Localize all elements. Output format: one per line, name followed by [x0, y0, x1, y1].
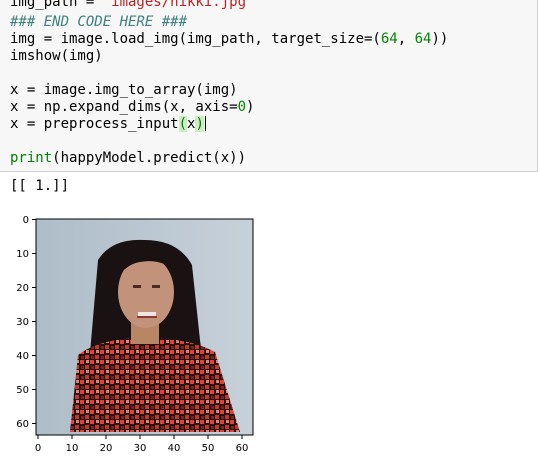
y-tick-label: 0: [23, 215, 29, 226]
x-tick-label: 60: [236, 443, 249, 454]
x-tick-label: 10: [66, 443, 79, 454]
y-axis: 0 10 20 30 40 50 60: [16, 215, 36, 430]
imshow-plot: 0 10 20 30 40 50 60 0 10 20 30 40 50 60: [16, 215, 254, 454]
y-tick-label: 40: [16, 351, 29, 362]
x-tick-label: 40: [168, 443, 181, 454]
y-tick-label: 60: [16, 419, 29, 430]
x-tick-label: 0: [35, 443, 41, 454]
plot-image: [36, 219, 253, 435]
x-tick-label: 30: [134, 443, 147, 454]
x-tick-label: 20: [100, 443, 113, 454]
x-tick-label: 50: [202, 443, 215, 454]
y-tick-label: 20: [16, 283, 29, 294]
x-axis: 0 10 20 30 40 50 60: [35, 435, 249, 454]
y-tick-label: 30: [16, 317, 29, 328]
y-tick-label: 10: [16, 249, 29, 260]
y-tick-label: 50: [16, 385, 29, 396]
